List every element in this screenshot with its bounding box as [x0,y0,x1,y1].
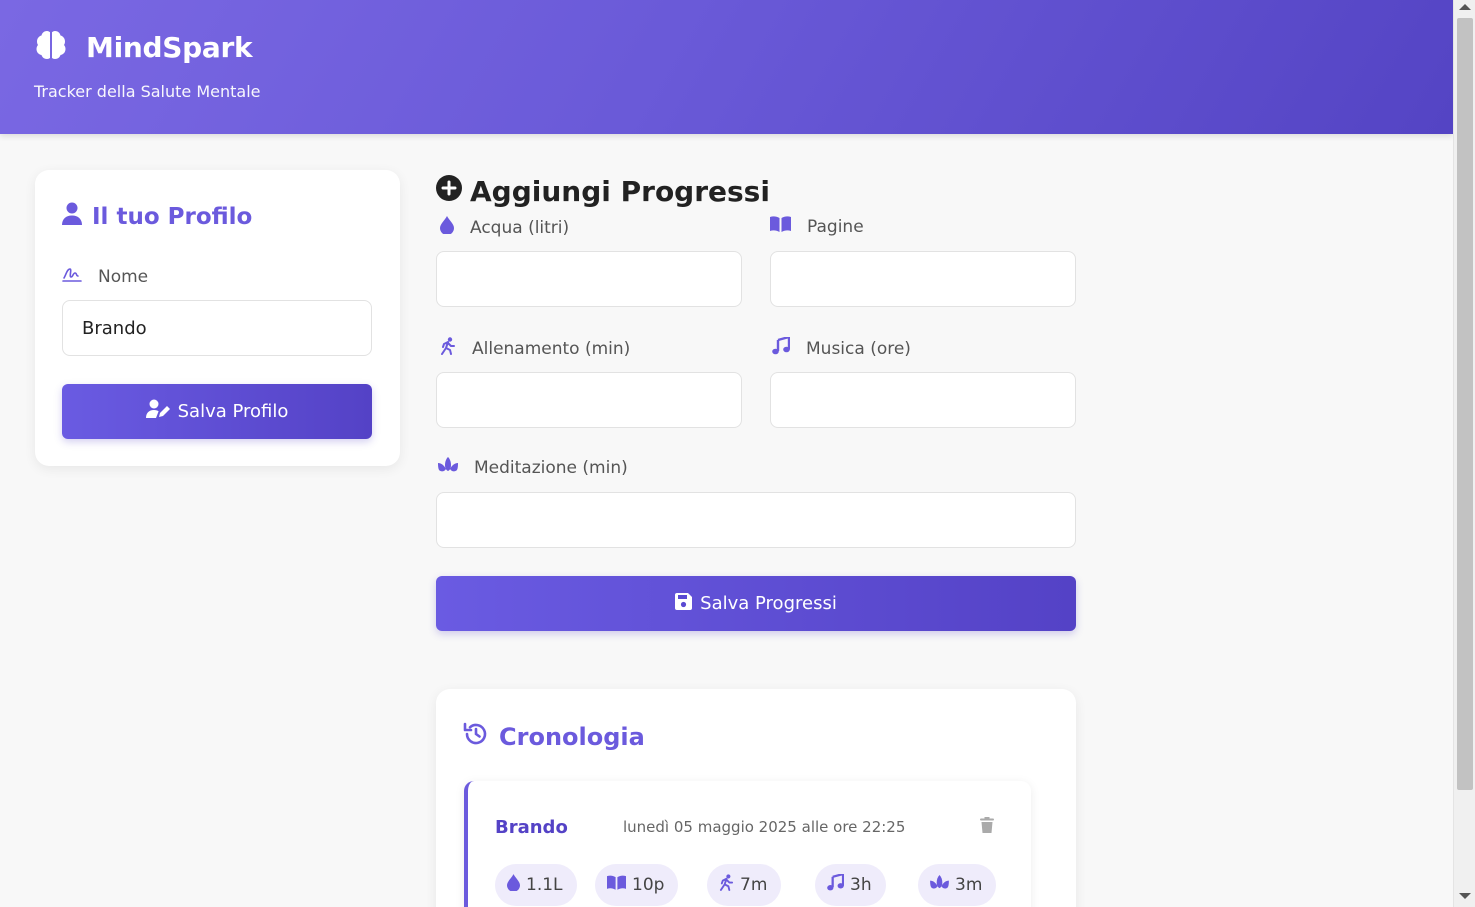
droplet-icon [440,216,470,239]
book-open-icon [770,216,807,237]
app-subtitle: Tracker della Salute Mentale [34,82,261,101]
save-profile-button[interactable]: Salva Profilo [62,384,372,439]
pages-label: Pagine [770,216,864,237]
name-label: Nome [62,266,148,287]
brand: MindSpark [34,28,253,66]
meditation-label: Meditazione (min) [438,457,628,478]
entry-date: lunedì 05 maggio 2025 alle ore 22:25 [623,818,906,836]
scroll-thumb[interactable] [1457,18,1473,790]
app-name: MindSpark [86,30,253,64]
lotus-icon [438,457,474,478]
music-icon [772,335,806,360]
user-icon [62,202,92,232]
name-input[interactable]: Brando [62,300,372,356]
stat-chip-water: 1.1L [495,864,577,906]
delete-entry-button[interactable] [980,817,994,837]
lotus-icon [930,875,955,895]
stat-chip-workout: 7m [707,864,782,906]
save-icon [675,592,700,615]
running-icon [719,874,740,896]
add-progress-title: Aggiungi Progressi [436,175,770,208]
history-card: Cronologia Brando lunedì 05 maggio 2025 … [436,689,1076,907]
entry-name: Brando [495,817,568,838]
scroll-up-arrow[interactable] [1459,4,1471,10]
signature-icon [62,266,98,287]
app-header: MindSpark Tracker della Salute Mentale [0,0,1453,134]
workout-label: Allenamento (min) [440,337,630,360]
meditation-input[interactable] [436,492,1076,548]
trash-icon [980,817,994,837]
history-entry: Brando lunedì 05 maggio 2025 alle ore 22… [464,781,1031,907]
stat-chip-meditation: 3m [918,864,997,906]
stat-chip-music: 3h [815,864,886,906]
music-input[interactable] [770,372,1076,428]
scroll-down-arrow[interactable] [1459,893,1471,899]
plus-circle-icon [436,175,470,208]
profile-card: Il tuo Profilo Nome Brando Salva Profilo [35,170,400,466]
water-label: Acqua (litri) [440,216,569,239]
music-icon [827,872,850,896]
water-input[interactable] [436,251,742,307]
stat-chip-pages: 10p [595,864,679,906]
book-open-icon [607,875,632,895]
workout-input[interactable] [436,372,742,428]
user-edit-icon [145,399,178,424]
brain-icon [34,28,68,66]
history-title: Cronologia [463,721,645,753]
running-icon [440,337,472,360]
profile-title: Il tuo Profilo [62,202,252,232]
history-icon [463,721,499,753]
pages-input[interactable] [770,251,1076,307]
vertical-scrollbar[interactable] [1453,0,1475,907]
music-label: Musica (ore) [772,335,911,360]
droplet-icon [507,874,526,896]
save-progress-button[interactable]: Salva Progressi [436,576,1076,631]
